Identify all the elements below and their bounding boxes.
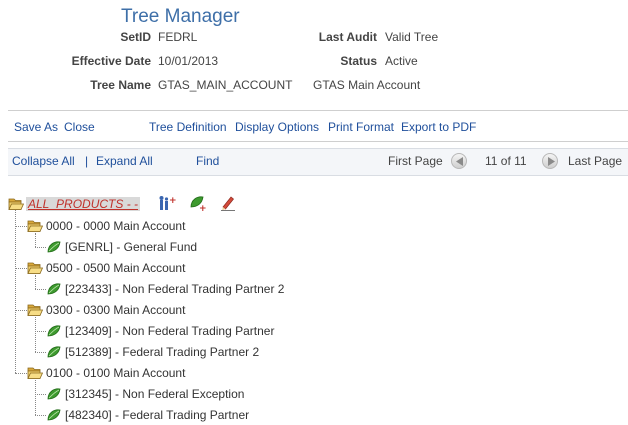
leaf-icon: [46, 324, 62, 338]
nav-separator: |: [85, 154, 89, 168]
tree-connector: [35, 380, 36, 415]
folder-open-icon[interactable]: [8, 197, 25, 211]
tree-node[interactable]: 0000 - 0000 Main Account: [46, 219, 185, 233]
folder-open-icon[interactable]: [27, 261, 44, 275]
leaf-icon: [46, 240, 62, 254]
folder-open-icon[interactable]: [27, 219, 44, 233]
tree-leaf[interactable]: [482340] - Federal Trading Partner: [65, 408, 249, 422]
tree-leaf[interactable]: [GENRL] - General Fund: [65, 240, 197, 254]
leaf-icon: [46, 408, 62, 422]
tree-connector: [35, 352, 46, 353]
folder-open-icon[interactable]: [27, 366, 44, 380]
effective-date-value: 10/01/2013: [158, 54, 219, 68]
tree-name-label: Tree Name: [90, 78, 151, 92]
tree-leaf[interactable]: [123409] - Non Federal Trading Partner: [65, 324, 274, 338]
close-link[interactable]: Close: [64, 120, 95, 134]
effective-date-label: Effective Date: [71, 54, 151, 68]
last-audit-label: Last Audit: [318, 30, 377, 44]
edit-pencil-icon[interactable]: [219, 195, 235, 211]
tree-connector: [35, 275, 36, 289]
tree-connector: [35, 415, 46, 416]
tree-root-label[interactable]: ALL_PRODUCTS - -: [26, 197, 141, 211]
tree-leaf[interactable]: [512389] - Federal Trading Partner 2: [65, 345, 259, 359]
tree-connector: [35, 233, 36, 247]
previous-page-icon[interactable]: [451, 153, 467, 169]
leaf-icon: [46, 345, 62, 359]
export-pdf-link[interactable]: Export to PDF: [401, 120, 476, 134]
last-page-label[interactable]: Last Page: [568, 154, 622, 168]
last-audit-value: Valid Tree: [385, 30, 439, 44]
tree-connector: [15, 268, 27, 269]
tree-leaf[interactable]: [223433] - Non Federal Trading Partner 2: [65, 282, 284, 296]
tree-root-node[interactable]: ALL_PRODUCTS - -: [26, 197, 141, 211]
tree-connector: [35, 247, 46, 248]
tree-description: GTAS Main Account: [313, 78, 421, 92]
tree-node[interactable]: 0500 - 0500 Main Account: [46, 261, 185, 275]
tree-node[interactable]: 0100 - 0100 Main Account: [46, 366, 185, 380]
svg-text:+: +: [199, 204, 207, 211]
tree-connector: [15, 226, 27, 227]
divider: [8, 110, 628, 111]
display-options-link[interactable]: Display Options: [235, 120, 319, 134]
tree-connector: [35, 331, 46, 332]
first-page-label[interactable]: First Page: [388, 154, 443, 168]
tree-connector: [35, 289, 46, 290]
status-label: Status: [340, 54, 377, 68]
tree-connector: [15, 210, 16, 373]
tree-connector: [35, 317, 36, 352]
setid-value: FEDRL: [158, 30, 198, 44]
next-page-icon[interactable]: [542, 153, 558, 169]
expand-all-link[interactable]: Expand All: [96, 154, 153, 168]
tree-node[interactable]: 0300 - 0300 Main Account: [46, 303, 185, 317]
status-value: Active: [385, 54, 418, 68]
divider: [8, 141, 628, 142]
find-link[interactable]: Find: [196, 154, 219, 168]
tree-name-value: GTAS_MAIN_ACCOUNT: [158, 78, 293, 92]
tree-connector: [15, 310, 27, 311]
print-format-link[interactable]: Print Format: [328, 120, 394, 134]
tree-leaf[interactable]: [312345] - Non Federal Exception: [65, 387, 244, 401]
tree-connector: [15, 373, 27, 374]
setid-label: SetID: [120, 30, 151, 44]
insert-child-icon[interactable]: +: [158, 195, 177, 210]
save-as-link[interactable]: Save As: [14, 120, 58, 134]
leaf-icon: [46, 387, 62, 401]
svg-text:+: +: [169, 196, 176, 206]
tree-connector: [35, 394, 46, 395]
folder-open-icon[interactable]: [27, 303, 44, 317]
leaf-icon: [46, 282, 62, 296]
tree-definition-link[interactable]: Tree Definition: [149, 120, 227, 134]
collapse-all-link[interactable]: Collapse All: [12, 154, 75, 168]
page-title: Tree Manager: [121, 6, 240, 27]
page-indicator: 11 of 11: [485, 154, 527, 168]
insert-leaf-icon[interactable]: +: [189, 195, 207, 214]
